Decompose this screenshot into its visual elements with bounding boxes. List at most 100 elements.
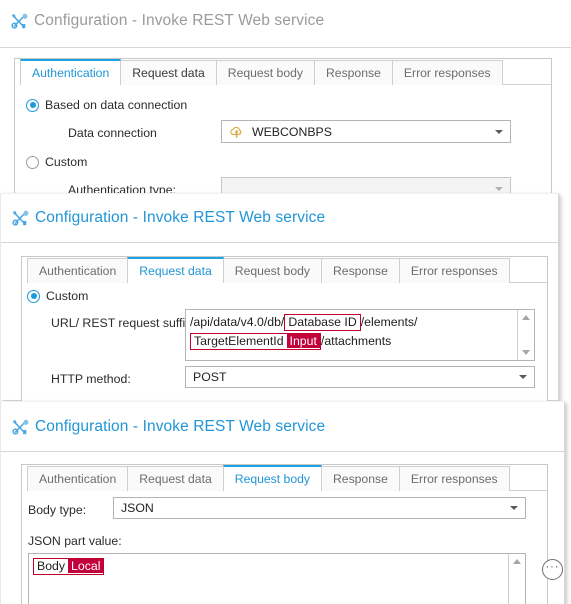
page-title-authentication: Configuration - Invoke REST Web service <box>34 12 325 29</box>
data-connection-combobox[interactable]: WEBCONBPS <box>221 120 511 143</box>
tab-request-data[interactable]: Request data <box>127 466 224 491</box>
radio-label: Custom <box>46 289 89 303</box>
page-title-request-body: Configuration - Invoke REST Web service <box>35 418 326 435</box>
token-database-id[interactable]: Database ID <box>284 314 361 331</box>
tab-response[interactable]: Response <box>320 258 400 283</box>
tab-label: Response <box>325 66 381 80</box>
token-scope-badge: Input <box>286 334 320 348</box>
tab-strip-filler <box>508 257 547 283</box>
label-row-body-type: Body type: <box>28 503 86 517</box>
radio-row-custom[interactable]: Custom <box>27 289 88 303</box>
radio-based-on-data-connection[interactable] <box>26 98 39 112</box>
tab-label: Response <box>332 472 388 486</box>
screenshot-root: Configuration - Invoke REST Web service … <box>0 0 571 604</box>
radio-custom[interactable] <box>27 289 40 303</box>
url-suffix-text-2: /elements/ <box>360 315 418 329</box>
tab-label: Request body <box>234 472 310 486</box>
url-suffix-text-3: /attachments <box>320 334 392 348</box>
tab-container-request-body: Authentication Request data Request body… <box>21 464 563 604</box>
token-label: Body <box>37 559 66 573</box>
tab-label: Request data <box>132 66 205 80</box>
body-type-label: Body type: <box>28 503 87 517</box>
dialog-header-request-data: Configuration - Invoke REST Web service <box>1 201 325 235</box>
tab-strip-authentication: Authentication Request data Request body… <box>15 59 551 85</box>
http-method-combobox[interactable]: POST <box>185 366 535 388</box>
tab-strip-filler <box>501 59 551 85</box>
tab-label: Authentication <box>39 264 117 278</box>
chevron-down-icon[interactable] <box>495 129 503 134</box>
form-request-body: Body type: JSON JSON part value: Body Loc… <box>22 491 563 604</box>
scroll-up-arrow-icon[interactable] <box>513 559 521 564</box>
radio-custom[interactable] <box>26 155 39 169</box>
json-part-value-content: Body Local <box>33 557 505 576</box>
form-request-data: Custom URL/ REST request suffix: /api/da… <box>22 283 547 402</box>
url-suffix-content: /api/data/v4.0/db/Database ID/elements/ … <box>190 313 514 351</box>
tab-label: Response <box>332 264 388 278</box>
chevron-down-icon[interactable] <box>510 506 518 510</box>
header-divider-request-data <box>1 242 560 243</box>
url-suffix-textbox[interactable]: /api/data/v4.0/db/Database ID/elements/ … <box>185 309 535 361</box>
token-scope-badge: Local <box>68 559 104 573</box>
tab-strip-filler <box>508 465 547 491</box>
url-suffix-text-1: /api/data/v4.0/db/ <box>190 315 285 329</box>
label-row-url-suffix: URL/ REST request suffix: <box>51 316 195 330</box>
tab-label: Error responses <box>403 66 491 80</box>
http-method-value: POST <box>193 370 227 384</box>
data-connection-label: Data connection <box>68 126 157 140</box>
tab-error-responses[interactable]: Error responses <box>398 466 510 491</box>
form-authentication: Based on data connection Data connection… <box>15 85 551 201</box>
tab-response[interactable]: Response <box>313 60 393 85</box>
tools-icon <box>12 210 29 226</box>
tab-request-body[interactable]: Request body <box>222 465 322 491</box>
panel-request-body: Configuration - Invoke REST Web service … <box>0 401 566 604</box>
tab-label: Authentication <box>39 472 117 486</box>
dialog-header-authentication: Configuration - Invoke REST Web service <box>0 4 324 38</box>
chevron-down-icon[interactable] <box>519 375 527 379</box>
tab-label: Request body <box>227 66 303 80</box>
tab-container-authentication: Authentication Request data Request body… <box>14 58 552 200</box>
radio-row-based-on-data-connection[interactable]: Based on data connection <box>26 98 187 112</box>
tools-icon <box>11 13 28 29</box>
chevron-down-icon[interactable] <box>495 186 503 191</box>
tab-strip-request-data: Authentication Request data Request body… <box>22 257 547 283</box>
tab-request-data[interactable]: Request data <box>120 60 217 85</box>
json-part-value-textbox[interactable]: Body Local <box>28 553 526 604</box>
tab-authentication[interactable]: Authentication <box>27 466 129 491</box>
token-target-element-id[interactable]: TargetElementId Input <box>190 333 321 350</box>
url-suffix-scrollbar[interactable] <box>517 310 534 360</box>
tab-label: Request body <box>234 264 310 278</box>
token-body[interactable]: Body Local <box>33 558 105 575</box>
token-label: TargetElementId <box>194 334 284 348</box>
tab-error-responses[interactable]: Error responses <box>398 258 510 283</box>
radio-label: Based on data connection <box>45 98 188 112</box>
tab-request-body[interactable]: Request body <box>222 258 322 283</box>
scroll-up-arrow-icon[interactable] <box>522 315 530 320</box>
page-title-request-data: Configuration - Invoke REST Web service <box>35 209 326 226</box>
tab-error-responses[interactable]: Error responses <box>391 60 503 85</box>
http-method-label: HTTP method: <box>51 372 131 386</box>
tab-label: Request data <box>139 264 212 278</box>
tab-request-data[interactable]: Request data <box>127 257 224 283</box>
json-part-value-line-1: Body Local <box>33 557 505 576</box>
tab-authentication[interactable]: Authentication <box>27 258 129 283</box>
tab-authentication[interactable]: Authentication <box>20 59 122 85</box>
header-divider-authentication <box>0 47 571 48</box>
label-row-json-part-value: JSON part value: <box>28 534 122 548</box>
tab-response[interactable]: Response <box>320 466 400 491</box>
radio-label: Custom <box>45 155 88 169</box>
radio-row-custom[interactable]: Custom <box>26 155 87 169</box>
panel-authentication: Configuration - Invoke REST Web service … <box>0 0 571 200</box>
ellipsis-button[interactable]: ··· <box>542 559 563 580</box>
scroll-down-arrow-icon[interactable] <box>522 350 530 355</box>
body-type-value: JSON <box>121 501 154 515</box>
tab-request-body[interactable]: Request body <box>215 60 315 85</box>
cloud-upload-icon <box>230 126 242 138</box>
tab-label: Authentication <box>32 66 110 80</box>
label-row-data-connection: Data connection <box>68 126 157 140</box>
url-suffix-line-2: TargetElementId Input/attachments <box>190 332 514 351</box>
json-part-value-scrollbar[interactable] <box>508 554 525 604</box>
tab-strip-request-body: Authentication Request data Request body… <box>22 465 547 491</box>
dialog-header-request-body: Configuration - Invoke REST Web service <box>1 410 325 444</box>
panel-request-data: Configuration - Invoke REST Web service … <box>0 193 560 402</box>
body-type-combobox[interactable]: JSON <box>113 497 526 519</box>
